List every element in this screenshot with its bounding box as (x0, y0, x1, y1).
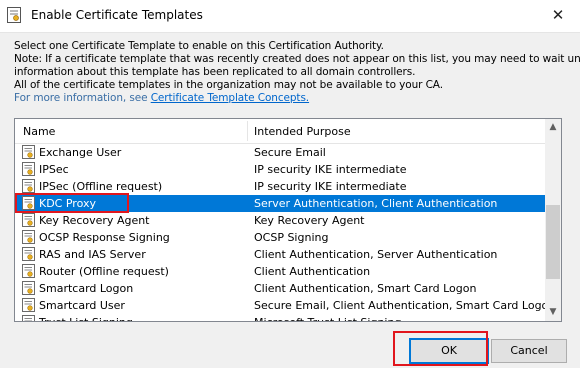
table-row[interactable]: OCSP Response Signing OCSP Signing (15, 229, 545, 246)
template-purpose: Secure Email (254, 146, 326, 159)
certificate-template-icon (22, 145, 35, 159)
template-name: Smartcard User (39, 299, 125, 312)
highlight-box-kdc-proxy (15, 193, 129, 213)
list-header: Name Intended Purpose (15, 119, 545, 144)
description-text: Select one Certificate Template to enabl… (14, 40, 580, 105)
template-purpose: Client Authentication, Server Authentica… (254, 248, 498, 261)
window-title: Enable Certificate Templates (31, 8, 203, 22)
template-purpose: Key Recovery Agent (254, 214, 365, 227)
table-row[interactable]: Key Recovery Agent Key Recovery Agent (15, 212, 545, 229)
list-rows: Exchange User Secure Email IPSec IP securit… (15, 144, 555, 321)
table-row[interactable]: RAS and IAS Server Client Authentication,… (15, 246, 545, 263)
vertical-scrollbar[interactable]: ▲ ▼ (545, 119, 561, 321)
certificate-template-icon (22, 315, 35, 321)
certificate-template-icon (22, 230, 35, 244)
certificate-window-icon (7, 7, 21, 23)
table-row[interactable]: Router (Offline request) Client Authentic… (15, 263, 545, 280)
template-name: Router (Offline request) (39, 265, 169, 278)
column-header-purpose[interactable]: Intended Purpose (254, 125, 351, 138)
description-line: Select one Certificate Template to enabl… (14, 40, 384, 52)
template-purpose: Client Authentication, Smart Card Logon (254, 282, 477, 295)
certificate-template-icon (22, 162, 35, 176)
template-name: Smartcard Logon (39, 282, 134, 295)
template-name: RAS and IAS Server (39, 248, 146, 261)
scrollbar-thumb[interactable] (546, 205, 560, 279)
certificate-template-icon (22, 264, 35, 278)
template-name: Exchange User (39, 146, 122, 159)
template-purpose: Secure Email, Client Authentication, Sma… (254, 299, 556, 312)
cancel-button[interactable]: Cancel (491, 339, 567, 363)
scroll-up-icon[interactable]: ▲ (545, 119, 561, 136)
certificate-template-icon (22, 247, 35, 261)
title-bar: Enable Certificate Templates ✕ (0, 0, 580, 33)
table-row[interactable]: Trust List Signing Microsoft Trust List S… (15, 314, 545, 321)
template-name: IPSec (39, 163, 69, 176)
close-button[interactable]: ✕ (536, 0, 580, 30)
table-row[interactable]: Exchange User Secure Email (15, 144, 545, 161)
template-name: IPSec (Offline request) (39, 180, 163, 193)
certificate-template-icon (22, 213, 35, 227)
scroll-down-icon[interactable]: ▼ (545, 304, 561, 321)
template-name: Trust List Signing (39, 316, 133, 321)
template-purpose: IP security IKE intermediate (254, 180, 407, 193)
template-purpose: Client Authentication (254, 265, 371, 278)
highlight-box-ok (393, 331, 488, 366)
template-purpose: IP security IKE intermediate (254, 163, 407, 176)
column-header-name[interactable]: Name (23, 125, 55, 138)
more-info-prefix: For more information, see (14, 92, 151, 104)
column-divider[interactable] (247, 121, 248, 141)
template-purpose: Server Authentication, Client Authentica… (254, 197, 498, 210)
more-info-line: For more information, see Certificate Te… (14, 92, 570, 105)
certificate-template-icon (22, 281, 35, 295)
certificate-template-list[interactable]: Name Intended Purpose Exchange User Secur… (14, 118, 562, 322)
template-purpose: OCSP Signing (254, 231, 329, 244)
certificate-template-icon (22, 298, 35, 312)
template-name: OCSP Response Signing (39, 231, 170, 244)
table-row[interactable]: IPSec IP security IKE intermediate (15, 161, 545, 178)
description-line: information about this template has been… (14, 66, 416, 78)
table-row[interactable]: Smartcard User Secure Email, Client Authe… (15, 297, 555, 314)
description-line: Note: If a certificate template that was… (14, 53, 580, 65)
certificate-template-concepts-link[interactable]: Certificate Template Concepts. (151, 92, 309, 104)
table-row[interactable]: Smartcard Logon Client Authentication, Sm… (15, 280, 545, 297)
template-name: Key Recovery Agent (39, 214, 150, 227)
template-purpose: Microsoft Trust List Signing (254, 316, 401, 321)
certificate-template-icon (22, 179, 35, 193)
description-line: All of the certificate templates in the … (14, 79, 443, 91)
